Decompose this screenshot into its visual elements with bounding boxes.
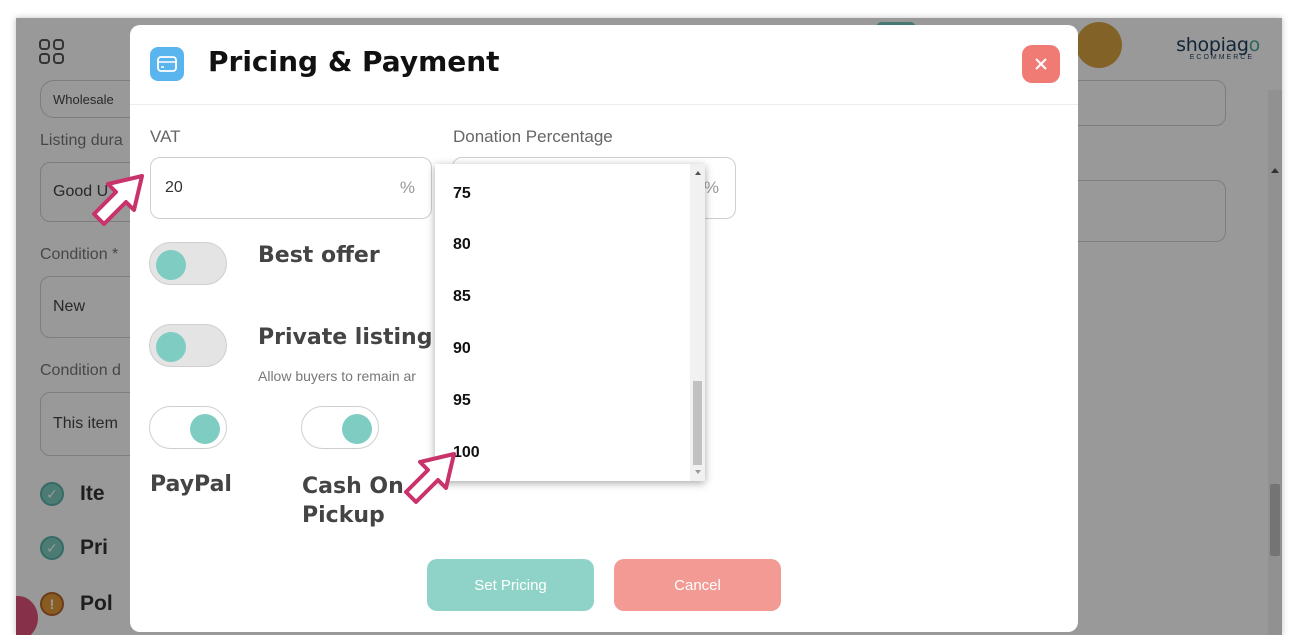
close-button[interactable] [1022,45,1060,83]
vat-input[interactable] [165,158,361,218]
vat-percent-suffix: % [399,178,415,197]
donation-label: Donation Percentage [453,127,613,146]
cash-on-pickup-label: Cash On Pickup [302,472,404,530]
donation-percent-suffix: % [703,178,719,197]
cash-on-pickup-line2: Pickup [302,503,385,528]
modal-title: Pricing & Payment [208,45,500,78]
cancel-button[interactable]: Cancel [614,559,781,611]
toggle-knob [342,414,372,444]
private-listing-label: Private listing [258,325,433,350]
toggle-knob [156,250,186,280]
scroll-down-arrow-icon[interactable] [695,470,701,474]
vat-label: VAT [150,127,181,146]
dropdown-option[interactable]: 100 [453,438,683,468]
modal-header: Pricing & Payment [130,25,1078,105]
best-offer-toggle[interactable] [149,242,227,285]
dropdown-option[interactable]: 85 [453,282,683,312]
dropdown-option[interactable]: 80 [453,230,683,260]
cash-on-pickup-toggle[interactable] [301,406,379,449]
dropdown-option[interactable]: 95 [453,386,683,416]
dropdown-option[interactable]: 75 [453,179,683,209]
close-icon [1035,58,1047,70]
paypal-label: PayPal [150,472,232,497]
toggle-knob [190,414,220,444]
donation-percentage-dropdown: 75 80 85 90 95 100 [435,164,705,481]
set-pricing-button[interactable]: Set Pricing [427,559,594,611]
paypal-toggle[interactable] [149,406,227,449]
vat-field: % [150,157,432,219]
dropdown-option[interactable]: 90 [453,334,683,364]
best-offer-label: Best offer [258,243,380,268]
private-listing-description: Allow buyers to remain ar [258,368,416,384]
credit-card-icon [150,47,184,81]
toggle-knob [156,332,186,362]
scroll-up-arrow-icon[interactable] [695,171,701,175]
private-listing-toggle[interactable] [149,324,227,367]
cash-on-pickup-line1: Cash On [302,474,404,499]
dropdown-scroll-thumb[interactable] [693,381,702,465]
